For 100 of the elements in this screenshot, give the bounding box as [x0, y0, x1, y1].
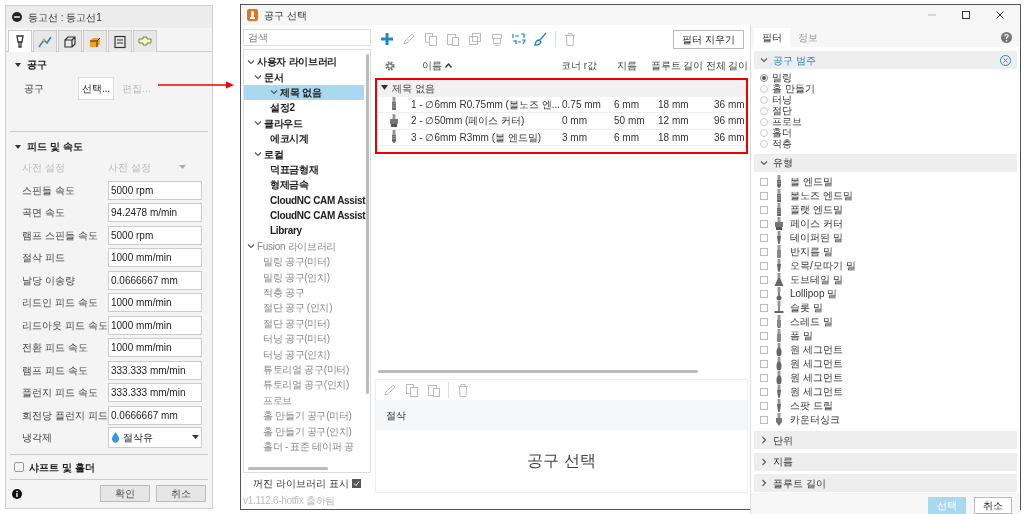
radio-button[interactable] — [760, 73, 768, 82]
chevron-icon[interactable] — [254, 73, 262, 82]
checkbox[interactable] — [351, 478, 361, 488]
value-field[interactable]: 5000 rpm — [108, 180, 202, 200]
collapse-icon[interactable] — [14, 142, 22, 151]
column-header[interactable]: 코너 r값 — [560, 60, 598, 71]
group-row[interactable]: 제목 없음 — [377, 79, 746, 97]
tree-item[interactable]: CloudNC CAM Assist — [244, 192, 364, 208]
tree-item[interactable]: 홀 만들기 공구(인치) — [244, 423, 364, 439]
checkbox[interactable] — [760, 317, 768, 326]
tree-item[interactable]: 절단 공구 (인치) — [244, 300, 364, 316]
tree-item[interactable]: 홀 만들기 공구(미터) — [244, 408, 364, 424]
tree-item[interactable]: 로컬 — [244, 146, 364, 162]
tree-item[interactable]: 밀링 공구(미터) — [244, 254, 364, 270]
checkbox[interactable] — [760, 191, 768, 200]
checkbox[interactable] — [760, 345, 768, 354]
tree-item[interactable]: 사용자 라이브러리 — [244, 54, 364, 70]
dialog-button[interactable]: 취소 — [156, 485, 206, 502]
tree-item[interactable]: 설정2 — [244, 100, 364, 116]
help-icon[interactable] — [1001, 31, 1012, 43]
chevron-icon[interactable] — [760, 479, 768, 487]
clear-icon[interactable] — [1000, 54, 1011, 66]
search-field[interactable]: 검색 — [243, 29, 371, 46]
tree-item[interactable]: 형제금속 — [244, 177, 364, 193]
collapse-icon[interactable] — [14, 60, 22, 69]
scrollbar[interactable] — [378, 370, 698, 373]
checkbox[interactable] — [760, 331, 768, 340]
column-header[interactable]: 지름 — [617, 60, 637, 71]
coolant-dropdown[interactable]: 절삭유 — [108, 427, 202, 449]
checkbox[interactable] — [760, 205, 768, 214]
column-header[interactable]: 플루트 길이 — [650, 60, 704, 71]
checkbox-label[interactable]: 꺼진 라이브러리 표시 — [253, 475, 350, 491]
brush-icon[interactable] — [533, 31, 549, 47]
tree-item[interactable]: 튜토리얼 공구(미터) — [244, 361, 364, 378]
checkbox[interactable] — [760, 387, 768, 396]
tab[interactable]: 필터 — [754, 27, 790, 47]
column-header[interactable]: 이름 — [422, 58, 442, 73]
clear-filter-button[interactable]: 필터 지우기 — [673, 29, 744, 49]
value-field[interactable]: 333.333 mm/min — [108, 383, 202, 403]
renumber-icon[interactable] — [511, 31, 527, 47]
option-label[interactable]: 적층 — [772, 138, 792, 149]
chevron-icon[interactable] — [760, 457, 768, 466]
option-label[interactable]: 절단 — [772, 105, 792, 116]
checkbox[interactable] — [760, 233, 768, 242]
dialog-button[interactable]: 취소 — [974, 496, 1012, 514]
tree-item[interactable]: 프로브 — [244, 392, 364, 408]
value-field[interactable]: 0.0666667 mm — [108, 270, 202, 290]
value-field[interactable]: 94.2478 m/min — [108, 203, 202, 223]
checkbox[interactable] — [760, 177, 768, 186]
maximize-icon[interactable] — [961, 10, 971, 20]
select-button[interactable]: 선택... — [78, 77, 115, 100]
tree-item[interactable]: 홀더 - 표준 테이퍼 공 — [244, 438, 364, 455]
value-field[interactable]: 0.0666667 mm — [108, 405, 202, 425]
chevron-icon[interactable] — [760, 56, 768, 64]
radio-button[interactable] — [760, 139, 768, 148]
checkbox[interactable] — [760, 401, 768, 410]
tree-item[interactable]: 절단 공구(미터) — [244, 315, 364, 332]
option-label[interactable]: 홀 만들기 — [772, 83, 815, 94]
checkbox[interactable] — [760, 373, 768, 382]
checkbox[interactable] — [760, 275, 768, 284]
shaft-checkbox[interactable]: 샤프트 및 홀더 — [6, 455, 212, 479]
tree-item[interactable]: CloudNC CAM Assist — [244, 207, 364, 224]
chevron-icon[interactable] — [254, 150, 262, 159]
add-icon[interactable] — [379, 31, 395, 47]
close-icon[interactable] — [995, 10, 1005, 20]
value-field[interactable]: 1000 mm/min — [108, 315, 202, 335]
value-field[interactable]: 1000 mm/min — [108, 338, 202, 358]
chevron-icon[interactable] — [247, 57, 255, 66]
radio-button[interactable] — [760, 117, 768, 126]
checkbox[interactable] — [760, 415, 768, 424]
option-label[interactable]: 프로브 — [772, 116, 802, 127]
tree-item[interactable]: 적층 공구 — [244, 284, 364, 301]
radio-button[interactable] — [760, 84, 768, 93]
tree-item[interactable]: Fusion 라이브러리 — [244, 238, 364, 255]
column-header[interactable]: 전체 길이 — [705, 60, 749, 71]
checkbox[interactable] — [760, 247, 768, 256]
settings-icon[interactable] — [384, 59, 396, 72]
tree-item[interactable]: Library — [244, 223, 364, 239]
chevron-icon[interactable] — [247, 242, 255, 251]
chevron-icon[interactable] — [760, 158, 768, 167]
option-label[interactable]: 터닝 — [772, 94, 792, 105]
checkbox[interactable] — [760, 303, 768, 312]
tree-item[interactable]: 터닝 공구(미터) — [244, 331, 364, 347]
option-label[interactable]: 홀더 — [772, 127, 792, 138]
checkbox[interactable] — [760, 219, 768, 228]
chevron-icon[interactable] — [760, 436, 768, 444]
dialog-button[interactable]: 확인 — [100, 485, 150, 502]
option-label[interactable]: 밀링 — [772, 72, 792, 83]
checkbox[interactable] — [760, 289, 768, 298]
tree-item[interactable]: 덕표금형재 — [244, 161, 364, 178]
tree-item[interactable]: 제목 없음 — [244, 84, 364, 101]
checkbox[interactable] — [760, 261, 768, 270]
tree-item[interactable]: 튜토리얼 공구(인치) — [244, 377, 364, 393]
tree-item[interactable]: 에코시계 — [244, 130, 364, 147]
chevron-icon[interactable] — [254, 119, 262, 128]
tree-item[interactable]: 클라우드 — [244, 115, 364, 131]
tree-item[interactable]: 문서 — [244, 69, 364, 85]
scrollbar[interactable] — [248, 467, 328, 470]
value-field[interactable]: 1000 mm/min — [108, 248, 202, 268]
value-field[interactable]: 1000 mm/min — [108, 293, 202, 313]
